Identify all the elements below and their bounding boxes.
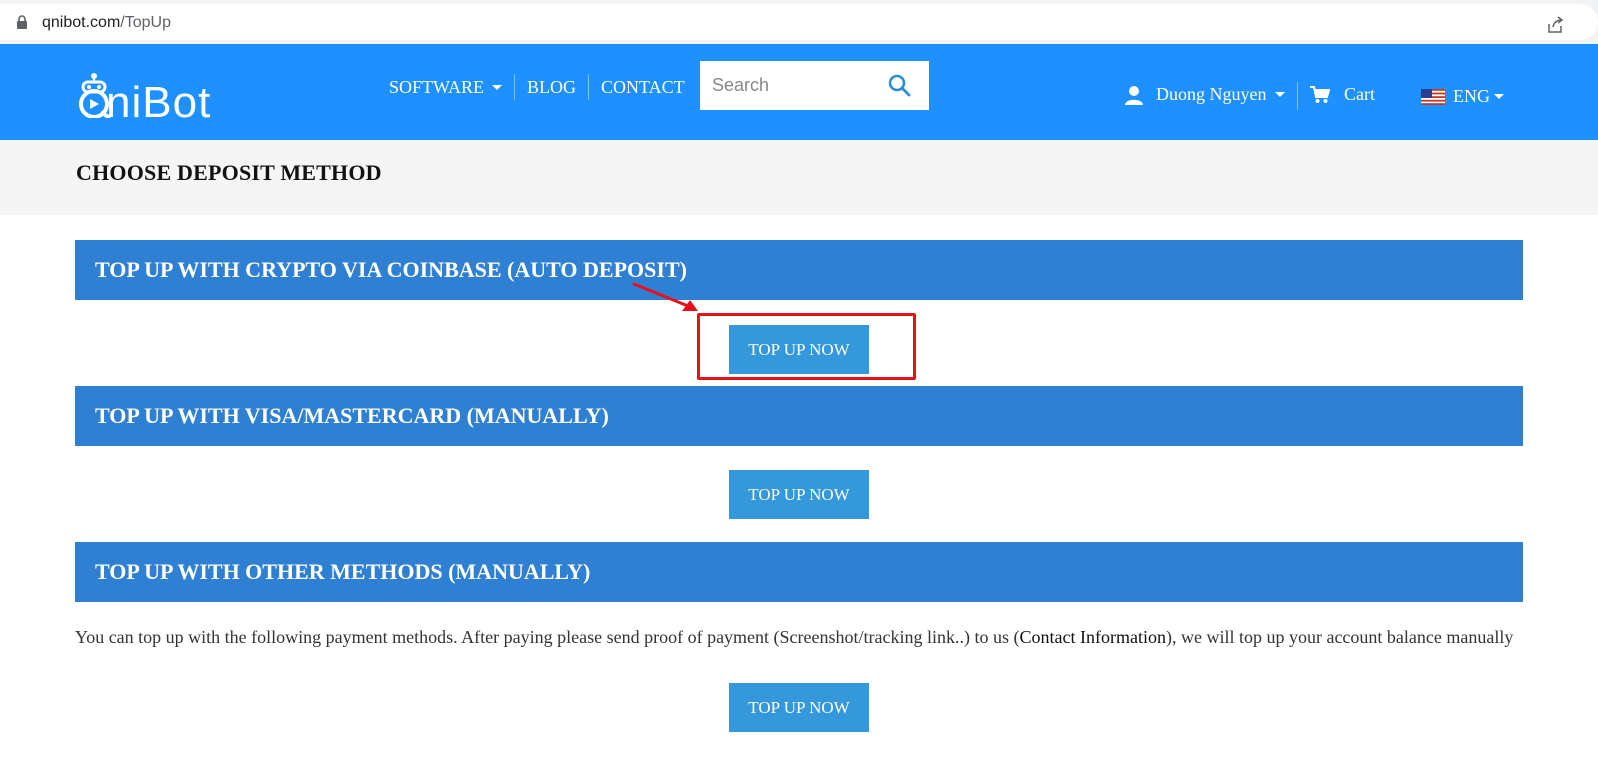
section-header-crypto: TOP UP WITH CRYPTO VIA COINBASE (AUTO DE… [75,240,1523,300]
nav-contact[interactable]: CONTACT [589,74,697,100]
url-text: qnibot.com/TopUp [42,14,171,32]
search-input[interactable] [712,73,882,97]
top-up-other-button[interactable]: TOP UP NOW [729,683,869,732]
url-field[interactable]: qnibot.com/TopUp [0,4,1598,40]
url-domain: qnibot.com [42,14,121,31]
search-box [700,61,929,110]
chevron-down-icon [1494,94,1504,99]
search-icon[interactable] [887,73,911,97]
share-icon[interactable] [1546,16,1564,34]
cart-icon [1310,85,1330,103]
us-flag-icon [1421,88,1445,105]
section-header-other: TOP UP WITH OTHER METHODS (MANUALLY) [75,542,1523,602]
cart-label: Cart [1344,84,1375,104]
page-title: CHOOSE DEPOSIT METHOD [76,160,382,185]
language-label: ENG [1453,86,1490,106]
section-title-card: TOP UP WITH VISA/MASTERCARD (MANUALLY) [95,403,609,428]
site-header: niBot SOFTWARE BLOG CONTACT Duong Nguyen [0,44,1598,140]
nav-software-label: SOFTWARE [389,76,485,97]
user-name: Duong Nguyen [1156,84,1267,104]
top-up-crypto-button[interactable]: TOP UP NOW [729,325,869,374]
language-selector[interactable]: ENG [1421,86,1504,107]
chevron-down-icon [1274,92,1285,97]
logo-text: niBot [106,78,212,127]
description-text-before: You can top up with the following paymen… [75,627,1020,647]
main-nav: SOFTWARE BLOG CONTACT [377,74,697,100]
nav-software[interactable]: SOFTWARE [377,74,514,100]
section-title-other: TOP UP WITH OTHER METHODS (MANUALLY) [95,559,591,584]
other-methods-description: You can top up with the following paymen… [75,626,1515,649]
nav-blog[interactable]: BLOG [515,74,588,100]
description-text-after: ), we will top up your account balance m… [1165,627,1514,647]
user-icon [1125,85,1143,105]
section-header-card: TOP UP WITH VISA/MASTERCARD (MANUALLY) [75,386,1523,446]
chevron-down-icon [492,84,503,90]
nav-contact-label: CONTACT [601,76,685,97]
contact-information-link[interactable]: Contact Information [1020,627,1166,647]
browser-address-bar: qnibot.com/TopUp [0,0,1598,44]
lock-icon [17,15,27,29]
url-path: /TopUp [120,14,171,31]
section-title-crypto: TOP UP WITH CRYPTO VIA COINBASE (AUTO DE… [95,257,687,282]
top-up-card-button[interactable]: TOP UP NOW [729,470,869,519]
page-title-band: CHOOSE DEPOSIT METHOD [0,140,1598,215]
cart-link[interactable]: Cart [1310,84,1375,105]
user-menu[interactable]: Duong Nguyen [1124,84,1285,105]
header-divider [1297,82,1298,110]
qnibot-logo[interactable]: niBot [74,58,254,127]
nav-blog-label: BLOG [527,76,577,97]
